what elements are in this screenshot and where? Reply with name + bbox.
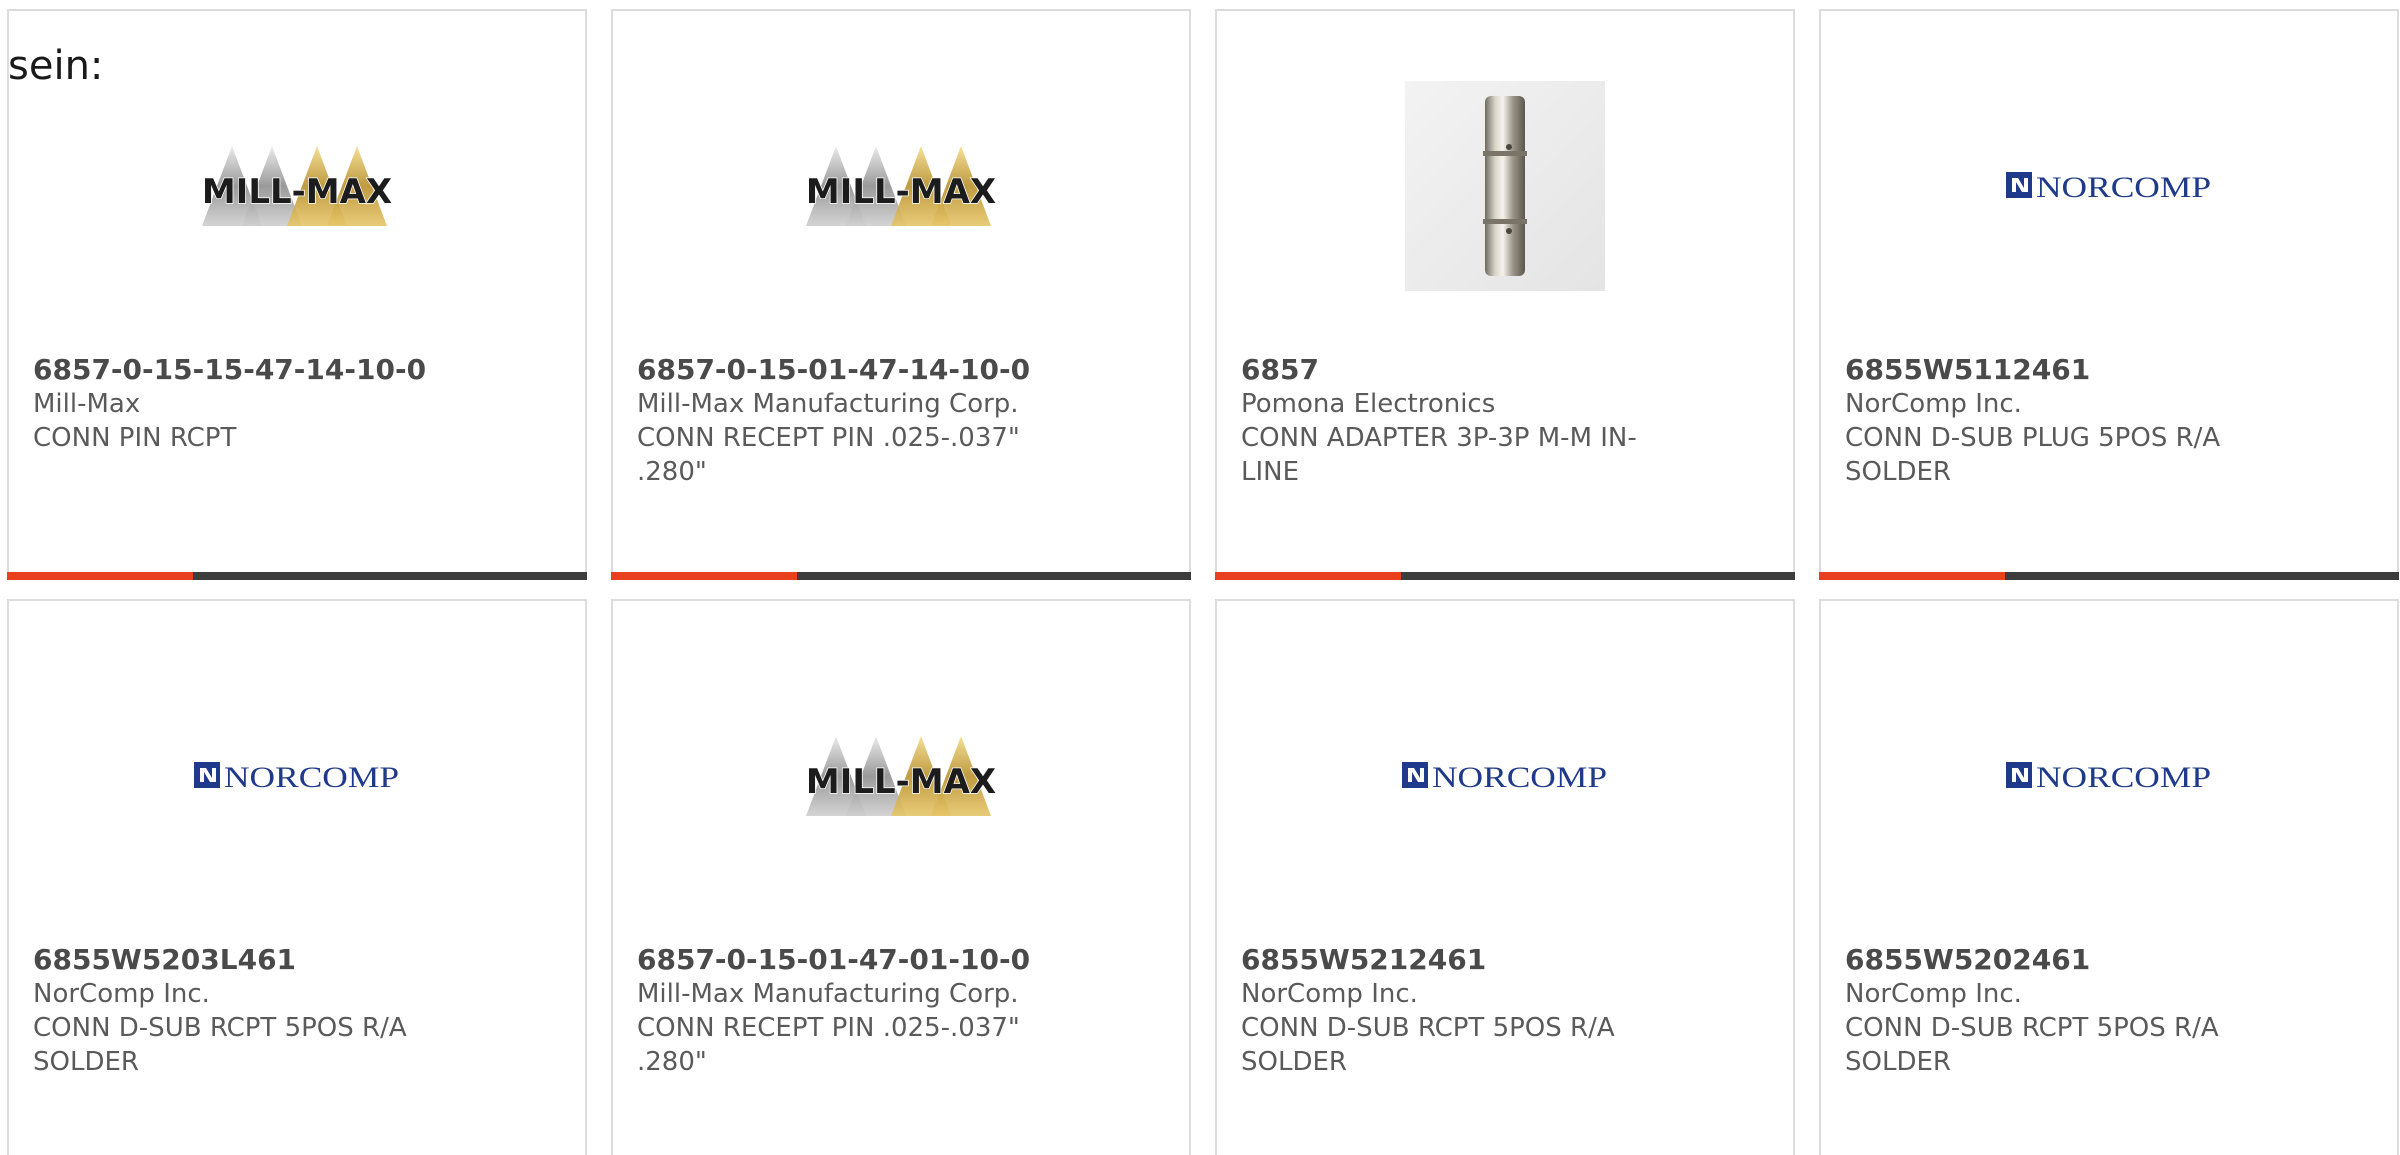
norcomp-logo: NORCOMP [2006, 761, 2211, 794]
product-image: NORCOMP [9, 661, 585, 891]
product-info: 6857-0-15-15-47-14-10-0 Mill-Max CONN PI… [33, 353, 561, 455]
manufacturer: NorComp Inc. [1845, 389, 2022, 419]
norcomp-logo-text: NORCOMP [224, 761, 399, 794]
product-card[interactable]: MILL-MAX 6857-0-15-01-47-01-10-0 Mill-Ma… [611, 599, 1191, 1155]
product-grid-page: sein: MILL-MAX 6857-0-15-15-47-14-10-0 M… [0, 0, 2400, 1155]
part-number[interactable]: 6857-0-15-01-47-01-10-0 [637, 943, 1165, 977]
adapter-photo [1405, 81, 1605, 291]
product-info: 6855W5112461 NorComp Inc. CONN D-SUB PLU… [1845, 353, 2373, 489]
part-number[interactable]: 6855W5212461 [1241, 943, 1769, 977]
millmax-logo: MILL-MAX [201, 146, 393, 226]
product-info: 6857-0-15-01-47-14-10-0 Mill-Max Manufac… [637, 353, 1165, 489]
card-progress-bar [1215, 572, 1795, 580]
product-card[interactable]: NORCOMP 6855W5203L461 NorComp Inc. CONN … [7, 599, 587, 1155]
manufacturer: NorComp Inc. [1241, 979, 1418, 1009]
card-progress-accent [611, 572, 797, 580]
part-number[interactable]: 6857-0-15-01-47-14-10-0 [637, 353, 1165, 387]
product-image: NORCOMP [1821, 661, 2397, 891]
part-number[interactable]: 6857-0-15-15-47-14-10-0 [33, 353, 561, 387]
description: CONN D-SUB RCPT 5POS R/A SOLDER [1845, 1013, 2219, 1077]
product-info: 6857 Pomona Electronics CONN ADAPTER 3P-… [1241, 353, 1769, 489]
product-info: 6855W5203L461 NorComp Inc. CONN D-SUB RC… [33, 943, 561, 1079]
card-progress-accent [7, 572, 193, 580]
card-progress-bar [1819, 572, 2399, 580]
product-image [1217, 71, 1793, 301]
part-number[interactable]: 6855W5203L461 [33, 943, 561, 977]
card-progress-accent [1215, 572, 1401, 580]
manufacturer: Mill-Max Manufacturing Corp. [637, 979, 1019, 1009]
description: CONN RECEPT PIN .025-.037" .280" [637, 1013, 1020, 1077]
product-image: MILL-MAX [613, 661, 1189, 891]
description: CONN PIN RCPT [33, 423, 237, 453]
card-progress-accent [1819, 572, 2005, 580]
manufacturer: Mill-Max Manufacturing Corp. [637, 389, 1019, 419]
part-number[interactable]: 6855W5202461 [1845, 943, 2373, 977]
part-number[interactable]: 6855W5112461 [1845, 353, 2373, 387]
intro-text: sein: [8, 43, 104, 89]
norcomp-logo: NORCOMP [194, 761, 399, 794]
description: CONN D-SUB RCPT 5POS R/A SOLDER [1241, 1013, 1615, 1077]
part-number[interactable]: 6857 [1241, 353, 1769, 387]
product-image: MILL-MAX [9, 71, 585, 301]
norcomp-logo-text: NORCOMP [1432, 761, 1607, 794]
product-image: NORCOMP [1217, 661, 1793, 891]
description: CONN D-SUB PLUG 5POS R/A SOLDER [1845, 423, 2221, 487]
product-card[interactable]: MILL-MAX 6857-0-15-15-47-14-10-0 Mill-Ma… [7, 9, 587, 580]
card-progress-bar [7, 572, 587, 580]
norcomp-logo: NORCOMP [1402, 761, 1607, 794]
manufacturer: NorComp Inc. [1845, 979, 2022, 1009]
product-card[interactable]: 6857 Pomona Electronics CONN ADAPTER 3P-… [1215, 9, 1795, 580]
millmax-logo: MILL-MAX [805, 736, 997, 816]
millmax-logo: MILL-MAX [805, 146, 997, 226]
product-info: 6855W5202461 NorComp Inc. CONN D-SUB RCP… [1845, 943, 2373, 1079]
description: CONN D-SUB RCPT 5POS R/A SOLDER [33, 1013, 407, 1077]
card-progress-bar [611, 572, 1191, 580]
product-card[interactable]: MILL-MAX 6857-0-15-01-47-14-10-0 Mill-Ma… [611, 9, 1191, 580]
product-card[interactable]: NORCOMP 6855W5202461 NorComp Inc. CONN D… [1819, 599, 2399, 1155]
product-card[interactable]: NORCOMP 6855W5112461 NorComp Inc. CONN D… [1819, 9, 2399, 580]
norcomp-logo-text: NORCOMP [2036, 761, 2211, 794]
manufacturer: Pomona Electronics [1241, 389, 1496, 419]
product-image: MILL-MAX [613, 71, 1189, 301]
product-image: NORCOMP [1821, 71, 2397, 301]
description: CONN RECEPT PIN .025-.037" .280" [637, 423, 1020, 487]
description: CONN ADAPTER 3P-3P M-M IN-LINE [1241, 423, 1637, 487]
product-info: 6855W5212461 NorComp Inc. CONN D-SUB RCP… [1241, 943, 1769, 1079]
product-card[interactable]: NORCOMP 6855W5212461 NorComp Inc. CONN D… [1215, 599, 1795, 1155]
millmax-logo-text: MILL-MAX [202, 172, 392, 212]
millmax-logo-text: MILL-MAX [806, 172, 996, 212]
millmax-logo-text: MILL-MAX [806, 762, 996, 802]
norcomp-logo: NORCOMP [2006, 171, 2211, 204]
manufacturer: Mill-Max [33, 389, 141, 419]
norcomp-logo-text: NORCOMP [2036, 171, 2211, 204]
product-info: 6857-0-15-01-47-01-10-0 Mill-Max Manufac… [637, 943, 1165, 1079]
manufacturer: NorComp Inc. [33, 979, 210, 1009]
